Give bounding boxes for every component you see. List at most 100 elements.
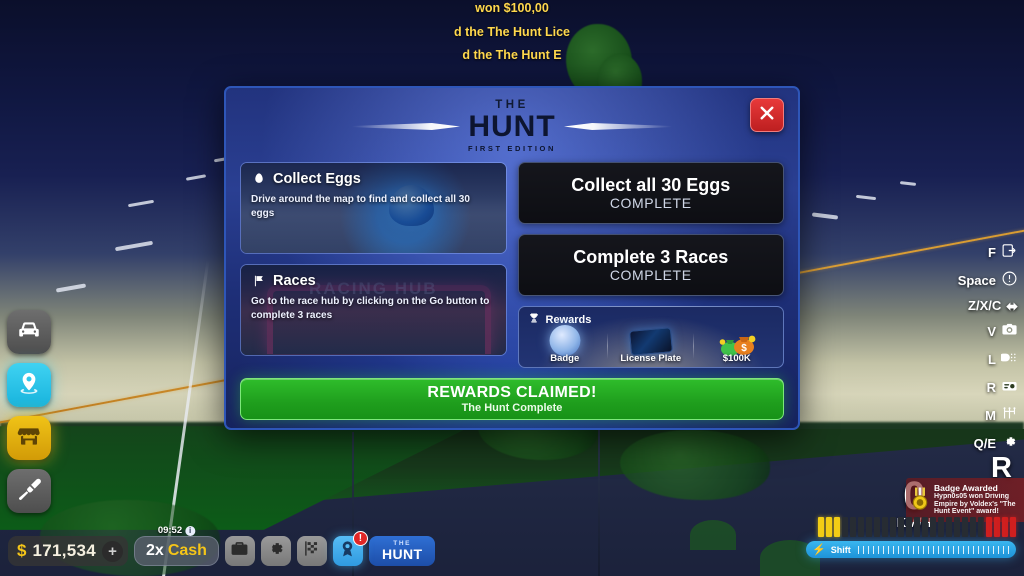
keyhint-transmission: M bbox=[985, 405, 1018, 425]
keyhint-label: L bbox=[988, 351, 996, 367]
headlights-icon bbox=[999, 349, 1018, 369]
enter-exit-icon bbox=[1001, 242, 1018, 262]
keyhint-label: Q/E bbox=[973, 435, 996, 451]
rpm-segment-mid bbox=[874, 517, 880, 537]
sidebar-item-map[interactable] bbox=[7, 363, 51, 407]
license-plate-art-icon bbox=[628, 327, 673, 356]
task-description: Go to the race hub by clicking on the Go… bbox=[251, 296, 490, 321]
boost-label: Shift bbox=[830, 544, 851, 555]
rpm-segment-mid bbox=[898, 517, 904, 537]
rpm-segment-mid bbox=[858, 517, 864, 537]
turn-signals-icon: ⬌ bbox=[1006, 297, 1018, 314]
logo-streak-right-icon bbox=[563, 123, 672, 131]
rpm-gauge-group: ⚡ Shift bbox=[806, 515, 1016, 558]
the-hunt-modal: THE HUNT FIRST EDITION Collect Eggs Driv… bbox=[224, 86, 800, 430]
shop-icon bbox=[16, 423, 42, 454]
rewards-claimed-banner[interactable]: REWARDS CLAIMED! The Hunt Complete bbox=[240, 378, 784, 420]
rewards-alert-dot: ! bbox=[352, 531, 368, 546]
egg-icon bbox=[251, 172, 266, 187]
flag-icon bbox=[251, 274, 266, 289]
badge-toast-text: Badge Awarded Hypn0s05 won Driving Empir… bbox=[934, 483, 1020, 516]
logo-hunt: HUNT bbox=[468, 109, 556, 143]
cash-amount: 171,534 bbox=[32, 541, 97, 560]
rewards-card: Rewards Badge License Plate $ $100K bbox=[517, 306, 784, 368]
keyhint-label: F bbox=[988, 244, 996, 260]
the-hunt-logo: THE HUNT FIRST EDITION bbox=[226, 99, 798, 154]
logo-edition: FIRST EDITION bbox=[468, 144, 556, 154]
hud-button-settings[interactable] bbox=[260, 536, 291, 566]
rpm-segment-low bbox=[818, 517, 824, 537]
checkered-flag-icon bbox=[302, 539, 321, 563]
keyhint-settings: Q/E bbox=[974, 433, 1018, 453]
keyhint-enter-exit: F bbox=[988, 242, 1018, 262]
tasks-column: Collect Eggs Drive around the map to fin… bbox=[240, 162, 507, 368]
task-header: Races bbox=[241, 265, 506, 289]
transmission-icon bbox=[1001, 405, 1018, 425]
paintbrush-icon bbox=[16, 476, 42, 507]
reward-label: Badge bbox=[550, 353, 580, 364]
goal-title: Collect all 30 Eggs bbox=[571, 174, 731, 195]
reward-divider bbox=[693, 333, 695, 359]
goal-title: Complete 3 Races bbox=[573, 246, 729, 267]
keyhint-label: M bbox=[985, 407, 996, 423]
keyhint-handbrake: Space bbox=[958, 270, 1018, 290]
rpm-segment-mid bbox=[882, 517, 888, 537]
hud-button-races[interactable] bbox=[296, 536, 327, 566]
boost-ticks bbox=[857, 545, 1010, 554]
cash-display[interactable]: $ 171,534 + bbox=[8, 536, 129, 566]
radio-icon bbox=[1001, 377, 1018, 397]
add-cash-button[interactable]: + bbox=[102, 540, 124, 562]
rpm-segment-mid bbox=[866, 517, 872, 537]
rpm-segment-mid bbox=[890, 517, 896, 537]
logo-text: THE HUNT FIRST EDITION bbox=[460, 99, 564, 154]
badge-art-icon bbox=[549, 325, 581, 356]
cash-multiplier-pill[interactable]: 09:52 i 2x Cash bbox=[134, 525, 219, 566]
multiplier-timer: 09:52 i bbox=[158, 525, 196, 536]
grass-tuft bbox=[690, 520, 736, 550]
gear-icon bbox=[1001, 433, 1018, 453]
rpm-segment-low bbox=[826, 517, 832, 537]
rpm-segment-redline bbox=[1002, 517, 1008, 537]
gear-icon bbox=[266, 539, 285, 563]
multiplier-value: 2x bbox=[146, 542, 164, 559]
badge-toast-title: Badge Awarded bbox=[934, 483, 998, 494]
logo-streak-left-icon bbox=[352, 123, 461, 131]
goal-status: COMPLETE bbox=[609, 195, 692, 212]
rpm-segment-mid bbox=[922, 517, 928, 537]
handbrake-icon bbox=[1001, 270, 1018, 290]
close-button[interactable] bbox=[750, 98, 784, 132]
task-card-collect-eggs[interactable]: Collect Eggs Drive around the map to fin… bbox=[240, 162, 507, 254]
info-icon[interactable]: i bbox=[185, 525, 196, 536]
rpm-segment-mid bbox=[954, 517, 960, 537]
boost-bar[interactable]: ⚡ Shift bbox=[806, 541, 1016, 558]
sidebar-item-dealership[interactable] bbox=[7, 416, 51, 460]
medal-icon bbox=[910, 486, 930, 514]
goal-card-collect-eggs: Collect all 30 Eggs COMPLETE bbox=[517, 162, 784, 224]
hud-button-inventory[interactable] bbox=[224, 536, 255, 566]
hud-button-rewards[interactable]: ! bbox=[332, 531, 368, 566]
car-icon bbox=[16, 317, 42, 348]
keybind-hints: F Space Z/X/C ⬌ V L R M Q/E bbox=[942, 242, 1018, 453]
currency-symbol: $ bbox=[17, 541, 27, 560]
rpm-segment-mid bbox=[850, 517, 856, 537]
rpm-segment-mid bbox=[946, 517, 952, 537]
rpm-segment-mid bbox=[842, 517, 848, 537]
sidebar-item-customization[interactable] bbox=[7, 469, 51, 513]
keyhint-headlights: L bbox=[988, 349, 1018, 369]
rpm-bar bbox=[806, 515, 1016, 537]
task-card-races[interactable]: Races Go to the race hub by clicking on … bbox=[240, 264, 507, 356]
rpm-segment-mid bbox=[906, 517, 912, 537]
rewards-label: Rewards bbox=[545, 314, 592, 326]
keyhint-label: V bbox=[987, 323, 996, 339]
goals-column: Collect all 30 Eggs COMPLETE Complete 3 … bbox=[517, 162, 784, 368]
rpm-segment-mid bbox=[970, 517, 976, 537]
rpm-segment-mid bbox=[978, 517, 984, 537]
rpm-segment-low bbox=[834, 517, 840, 537]
keyhint-turn-signals: Z/X/C ⬌ bbox=[968, 298, 1018, 313]
task-header: Collect Eggs bbox=[241, 163, 506, 187]
hud-button-the-hunt[interactable]: THE HUNT bbox=[368, 536, 436, 566]
modal-header: THE HUNT FIRST EDITION bbox=[226, 88, 798, 162]
keyhint-radio: R bbox=[987, 377, 1018, 397]
sidebar-item-vehicles[interactable] bbox=[7, 310, 51, 354]
multiplier-label: Cash bbox=[167, 542, 207, 559]
